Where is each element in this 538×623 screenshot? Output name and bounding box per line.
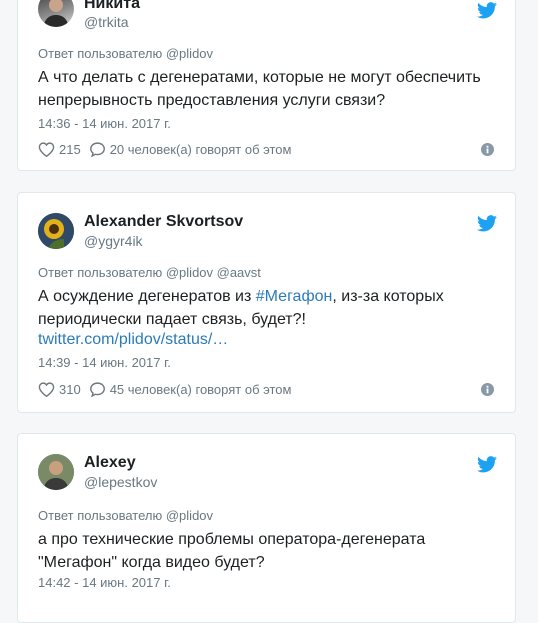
reply-mention[interactable]: @plidov bbox=[166, 508, 213, 523]
reply-mention[interactable]: @plidov bbox=[166, 46, 213, 61]
tweet-actions: 215 20 человек(а) говорят об этом bbox=[38, 141, 291, 158]
tweet-text: А осуждение дегенератов из #Мегафон, из-… bbox=[38, 285, 488, 331]
tweet-timestamp[interactable]: 14:42 - 14 июн. 2017 г. bbox=[38, 575, 171, 590]
reply-bubble-icon[interactable] bbox=[89, 141, 106, 158]
reply-prefix: Ответ пользователю bbox=[38, 508, 163, 523]
talk-count[interactable]: 20 человек(а) говорят об этом bbox=[110, 142, 292, 157]
reply-context: Ответ пользователю @plidov bbox=[38, 508, 213, 523]
avatar-sunflower-icon bbox=[38, 213, 74, 249]
info-icon[interactable] bbox=[481, 143, 494, 156]
tweet-timestamp[interactable]: 14:39 - 14 июн. 2017 г. bbox=[38, 355, 171, 370]
avatar-person-icon bbox=[43, 0, 69, 27]
tweet-author-name[interactable]: Alexey bbox=[84, 454, 136, 472]
heart-icon[interactable] bbox=[38, 141, 55, 158]
tweet-card: Никита @trkita Ответ пользователю @plido… bbox=[17, 0, 516, 171]
twitter-bird-icon[interactable] bbox=[477, 215, 497, 232]
tweet-text: а про технические проблемы оператора-дег… bbox=[38, 531, 426, 571]
talk-count[interactable]: 45 человек(а) говорят об этом bbox=[110, 382, 292, 397]
twitter-bird-icon[interactable] bbox=[477, 2, 497, 19]
hashtag-link[interactable]: #Мегафон bbox=[256, 288, 333, 305]
tweet-card: Alexey @lepestkov Ответ пользователю @pl… bbox=[17, 433, 516, 623]
reply-bubble-icon[interactable] bbox=[89, 381, 106, 398]
tweet-author-name[interactable]: Alexander Skvortsov bbox=[84, 213, 243, 231]
like-count[interactable]: 215 bbox=[59, 142, 81, 157]
tweet-author-name[interactable]: Никита bbox=[84, 0, 140, 13]
twitter-bird-icon[interactable] bbox=[477, 456, 497, 473]
tweet-text: А что делать с дегенератами, которые не … bbox=[38, 69, 481, 109]
tweet-author-handle[interactable]: @ygyr4ik bbox=[84, 233, 143, 249]
avatar[interactable] bbox=[38, 454, 74, 490]
avatar[interactable] bbox=[38, 0, 74, 27]
avatar-person-icon bbox=[38, 454, 74, 490]
info-icon[interactable] bbox=[481, 383, 494, 396]
reply-prefix: Ответ пользователю bbox=[38, 265, 163, 280]
reply-mention[interactable]: @plidov @aavst bbox=[166, 265, 261, 280]
tweet-actions: 310 45 человек(а) говорят об этом bbox=[38, 381, 291, 398]
tweet-author-handle[interactable]: @lepestkov bbox=[84, 474, 157, 490]
heart-icon[interactable] bbox=[38, 381, 55, 398]
avatar[interactable] bbox=[38, 213, 74, 249]
reply-context: Ответ пользователю @plidov @aavst bbox=[38, 265, 261, 280]
like-count[interactable]: 310 bbox=[59, 382, 81, 397]
tweet-author-handle[interactable]: @trkita bbox=[84, 14, 129, 30]
tweet-url-link[interactable]: twitter.com/plidov/status/… bbox=[38, 331, 228, 349]
tweet-timestamp[interactable]: 14:36 - 14 июн. 2017 г. bbox=[38, 116, 171, 131]
reply-prefix: Ответ пользователю bbox=[38, 46, 163, 61]
tweet-text-start: А осуждение дегенератов из bbox=[38, 288, 256, 305]
tweet-card: Alexander Skvortsov @ygyr4ik Ответ польз… bbox=[17, 192, 516, 413]
reply-context: Ответ пользователю @plidov bbox=[38, 46, 213, 61]
